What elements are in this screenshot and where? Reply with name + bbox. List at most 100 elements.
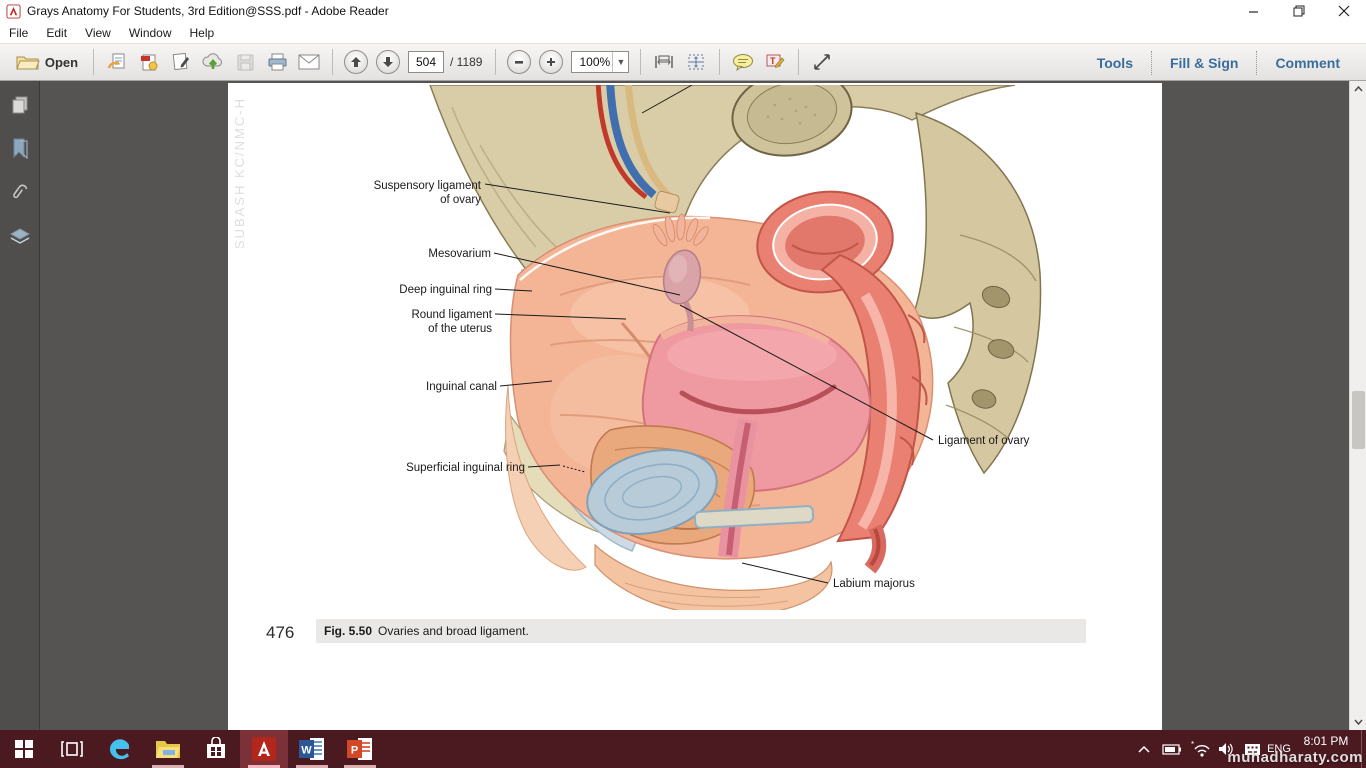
fit-page-button[interactable] [681, 48, 711, 76]
figure-caption: Fig. 5.50 Ovaries and broad ligament. [316, 619, 1086, 643]
adobe-reader-icon [6, 4, 21, 19]
layers-button[interactable] [6, 223, 34, 251]
tab-comment[interactable]: Comment [1257, 55, 1358, 71]
chevron-down-icon [1354, 719, 1363, 725]
open-label: Open [45, 55, 78, 70]
reading-mode-button[interactable] [807, 48, 837, 76]
vertical-scrollbar[interactable] [1349, 81, 1366, 730]
next-page-button[interactable] [376, 50, 400, 74]
label-suspensory-ligament-line1: Suspensory ligament [374, 180, 482, 192]
cloud-upload-icon [202, 52, 224, 72]
svg-text:W: W [301, 745, 312, 757]
arrow-up-icon [350, 56, 362, 68]
figure-caption-text: Ovaries and broad ligament. [378, 624, 529, 638]
minus-icon [513, 56, 525, 68]
chevron-up-icon [1138, 746, 1150, 753]
edge-icon [107, 736, 133, 762]
bookmarks-icon [10, 138, 30, 160]
cloud-upload-button[interactable] [198, 48, 228, 76]
svg-text:*: * [1191, 741, 1194, 749]
close-button[interactable] [1321, 0, 1366, 22]
scrollbar-thumb[interactable] [1352, 391, 1365, 449]
navigation-rail [0, 81, 40, 730]
plus-icon [545, 56, 557, 68]
print-button[interactable] [262, 48, 292, 76]
restore-icon [1293, 5, 1305, 17]
toolbar: Open [0, 44, 1366, 81]
zoom-in-button[interactable] [539, 50, 563, 74]
create-pdf-icon [139, 52, 159, 72]
window-title: Grays Anatomy For Students, 3rd Edition@… [27, 4, 389, 18]
page-number-input[interactable] [408, 51, 444, 73]
label-inguinal-canal: Inguinal canal [426, 381, 497, 393]
open-button[interactable]: Open [9, 48, 85, 76]
label-mesovarium: Mesovarium [428, 248, 491, 260]
svg-text:T: T [770, 56, 776, 66]
email-icon [298, 54, 320, 70]
windows-logo-icon [15, 740, 33, 758]
menu-bar: File Edit View Window Help [0, 22, 1366, 44]
label-superficial-inguinal-ring: Superficial inguinal ring [406, 462, 525, 474]
zoom-out-button[interactable] [507, 50, 531, 74]
tray-overflow-button[interactable] [1132, 730, 1156, 768]
pdf-page: SUBASH KC/NMC-H [228, 83, 1162, 730]
open-folder-icon [16, 53, 40, 71]
text-annotation-button[interactable]: T [760, 48, 790, 76]
label-labium-majorus: Labium majorus [833, 578, 915, 590]
attachments-button[interactable] [6, 179, 34, 207]
page-number: 476 [266, 623, 294, 643]
taskbar-file-explorer[interactable] [144, 730, 192, 768]
previous-page-button[interactable] [344, 50, 368, 74]
minimize-button[interactable] [1231, 0, 1276, 22]
toolbar-right-tabs: Tools Fill & Sign Comment [1079, 44, 1358, 81]
comment-bubble-button[interactable] [728, 48, 758, 76]
battery-icon[interactable] [1158, 730, 1186, 768]
taskbar-powerpoint[interactable]: P [336, 730, 384, 768]
store-icon [204, 737, 228, 761]
menu-file[interactable]: File [0, 23, 37, 43]
taskbar-word[interactable]: W [288, 730, 336, 768]
taskbar-adobe-reader[interactable] [240, 730, 288, 768]
menu-window[interactable]: Window [120, 23, 181, 43]
create-pdf-button[interactable] [134, 48, 164, 76]
windows-taskbar: W P [0, 730, 1366, 768]
label-deep-inguinal-ring: Deep inguinal ring [399, 284, 492, 296]
taskbar-store[interactable] [192, 730, 240, 768]
save-icon [236, 53, 255, 72]
menu-edit[interactable]: Edit [37, 23, 76, 43]
menu-help[interactable]: Help [181, 23, 224, 43]
svg-text:P: P [351, 745, 358, 757]
sign-document-icon [171, 52, 191, 72]
zoom-level-value: 100% [572, 55, 612, 69]
email-button[interactable] [294, 48, 324, 76]
scroll-up-button[interactable] [1350, 81, 1366, 97]
task-view-button[interactable] [48, 730, 96, 768]
taskbar-edge[interactable] [96, 730, 144, 768]
tab-fill-sign[interactable]: Fill & Sign [1152, 55, 1256, 71]
zoom-level-select[interactable]: 100% ▼ [571, 51, 629, 73]
restore-button[interactable] [1276, 0, 1321, 22]
document-pane: SUBASH KC/NMC-H [0, 81, 1366, 730]
tab-tools[interactable]: Tools [1079, 55, 1151, 71]
title-bar: Grays Anatomy For Students, 3rd Edition@… [0, 0, 1366, 22]
page-thumbnails-button[interactable] [6, 91, 34, 119]
save-button[interactable] [230, 48, 260, 76]
file-explorer-icon [155, 738, 181, 760]
page-side-watermark: SUBASH KC/NMC-H [232, 97, 247, 249]
fit-width-button[interactable] [649, 48, 679, 76]
chevron-up-icon [1354, 86, 1363, 92]
menu-view[interactable]: View [76, 23, 120, 43]
sign-document-button[interactable] [166, 48, 196, 76]
start-button[interactable] [0, 730, 48, 768]
label-round-ligament-line1: Round ligament [411, 309, 492, 321]
bookmarks-button[interactable] [6, 135, 34, 163]
scroll-down-button[interactable] [1350, 714, 1366, 730]
label-round-ligament-line2: of the uterus [428, 323, 492, 335]
arrow-down-icon [382, 56, 394, 68]
share-document-button[interactable] [102, 48, 132, 76]
close-icon [1338, 5, 1350, 17]
anatomy-figure: Suspensory ligament of ovary Mesovarium … [360, 85, 1050, 610]
print-icon [267, 52, 288, 72]
wifi-icon[interactable]: * [1188, 730, 1214, 768]
text-annotation-icon: T [765, 53, 785, 71]
